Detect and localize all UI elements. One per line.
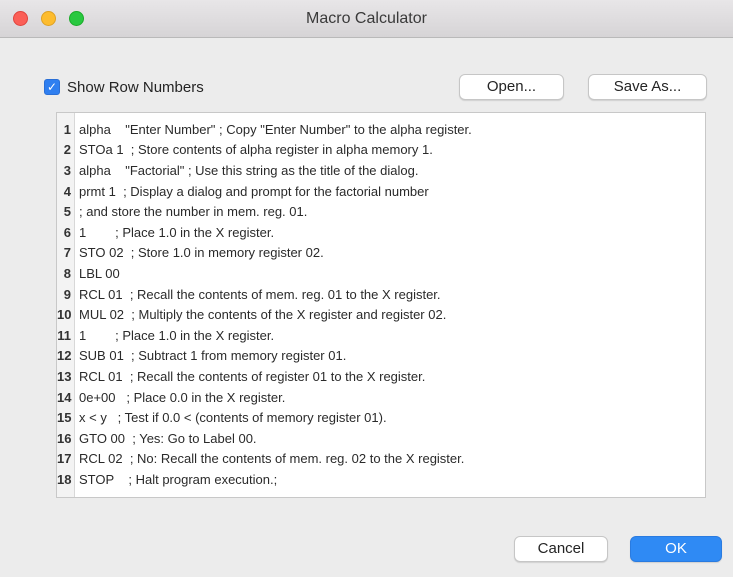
show-row-numbers-checkbox[interactable]: ✓ xyxy=(44,79,60,95)
row-number: 7 xyxy=(63,245,71,261)
code-line[interactable]: 17 RCL 02 ; No: Recall the contents of me… xyxy=(57,449,705,470)
code-line[interactable]: 5 ; and store the number in mem. reg. 01. xyxy=(57,201,705,222)
row-number: 8 xyxy=(63,265,71,281)
cancel-button[interactable]: Cancel xyxy=(514,536,608,562)
code-line[interactable]: 18 STOP ; Halt program execution.; xyxy=(57,469,705,490)
row-number: 11 xyxy=(57,327,71,343)
ok-button[interactable]: OK xyxy=(630,536,722,562)
code-line[interactable]: 12 SUB 01 ; Subtract 1 from memory regist… xyxy=(57,346,705,367)
row-number: 15 xyxy=(57,410,72,426)
code-line[interactable]: 14 0e+00 ; Place 0.0 in the X register. xyxy=(57,387,705,408)
code-line[interactable]: 9 RCL 01 ; Recall the contents of mem. re… xyxy=(57,284,705,305)
code-text: 1 ; Place 1.0 in the X register. xyxy=(79,327,275,343)
show-row-numbers-option[interactable]: ✓ Show Row Numbers xyxy=(44,77,204,97)
row-number: 6 xyxy=(63,224,71,240)
row-number: 17 xyxy=(57,451,72,467)
code-text: ; and store the number in mem. reg. 01. xyxy=(79,204,308,220)
code-line[interactable]: 13 RCL 01 ; Recall the contents of regist… xyxy=(57,366,705,387)
row-number: 3 xyxy=(63,162,71,178)
row-number: 9 xyxy=(63,286,71,302)
row-number: 13 xyxy=(57,368,72,384)
code-lines: 1 alpha "Enter Number" ; Copy "Enter Numb… xyxy=(57,119,705,490)
row-number: 4 xyxy=(63,183,71,199)
code-text: 1 ; Place 1.0 in the X register. xyxy=(79,224,275,240)
code-line[interactable]: 15 x < y ; Test if 0.0 < (contents of mem… xyxy=(57,407,705,428)
code-line[interactable]: 4 prmt 1 ; Display a dialog and prompt fo… xyxy=(57,181,705,202)
title-bar: Macro Calculator xyxy=(0,0,733,38)
code-text: alpha "Factorial" ; Use this string as t… xyxy=(79,162,419,178)
code-text: 0e+00 ; Place 0.0 in the X register. xyxy=(79,389,286,405)
show-row-numbers-label: Show Row Numbers xyxy=(67,78,204,96)
row-number: 12 xyxy=(57,348,72,364)
code-text: MUL 02 ; Multiply the contents of the X … xyxy=(79,307,447,323)
code-line[interactable]: 6 1 ; Place 1.0 in the X register. xyxy=(57,222,705,243)
code-text: RCL 01 ; Recall the contents of register… xyxy=(79,368,426,384)
code-text: STOP ; Halt program execution.; xyxy=(79,471,278,487)
code-text: SUB 01 ; Subtract 1 from memory register… xyxy=(79,348,347,364)
checkmark-icon: ✓ xyxy=(46,80,58,94)
code-line[interactable]: 3 alpha "Factorial" ; Use this string as … xyxy=(57,160,705,181)
row-number: 1 xyxy=(63,121,71,137)
code-line[interactable]: 11 1 ; Place 1.0 in the X register. xyxy=(57,325,705,346)
code-line[interactable]: 10 MUL 02 ; Multiply the contents of the … xyxy=(57,304,705,325)
code-text: alpha "Enter Number" ; Copy "Enter Numbe… xyxy=(79,121,472,137)
code-text: x < y ; Test if 0.0 < (contents of memor… xyxy=(79,410,387,426)
code-line[interactable]: 1 alpha "Enter Number" ; Copy "Enter Numb… xyxy=(57,119,705,140)
code-text: STOa 1 ; Store contents of alpha registe… xyxy=(79,142,433,158)
code-text: prmt 1 ; Display a dialog and prompt for… xyxy=(79,183,429,199)
row-number: 2 xyxy=(63,142,71,158)
code-text: RCL 02 ; No: Recall the contents of mem.… xyxy=(79,451,465,467)
code-text: STO 02 ; Store 1.0 in memory register 02… xyxy=(79,245,324,261)
save-as-button[interactable]: Save As... xyxy=(588,74,707,100)
macro-editor[interactable]: 1 alpha "Enter Number" ; Copy "Enter Numb… xyxy=(56,112,706,498)
code-text: LBL 00 xyxy=(79,265,120,281)
row-number: 5 xyxy=(63,204,71,220)
code-text: GTO 00 ; Yes: Go to Label 00. xyxy=(79,430,257,446)
code-line[interactable]: 7 STO 02 ; Store 1.0 in memory register 0… xyxy=(57,243,705,264)
row-number: 16 xyxy=(57,430,72,446)
code-line[interactable]: 2 STOa 1 ; Store contents of alpha regist… xyxy=(57,140,705,161)
row-number: 14 xyxy=(57,389,72,405)
open-button[interactable]: Open... xyxy=(459,74,564,100)
code-line[interactable]: 16 GTO 00 ; Yes: Go to Label 00. xyxy=(57,428,705,449)
code-line[interactable]: 8 LBL 00 xyxy=(57,263,705,284)
code-text: RCL 01 ; Recall the contents of mem. reg… xyxy=(79,286,441,302)
row-number: 18 xyxy=(57,471,72,487)
row-number: 10 xyxy=(57,307,72,323)
window-title: Macro Calculator xyxy=(306,10,427,27)
